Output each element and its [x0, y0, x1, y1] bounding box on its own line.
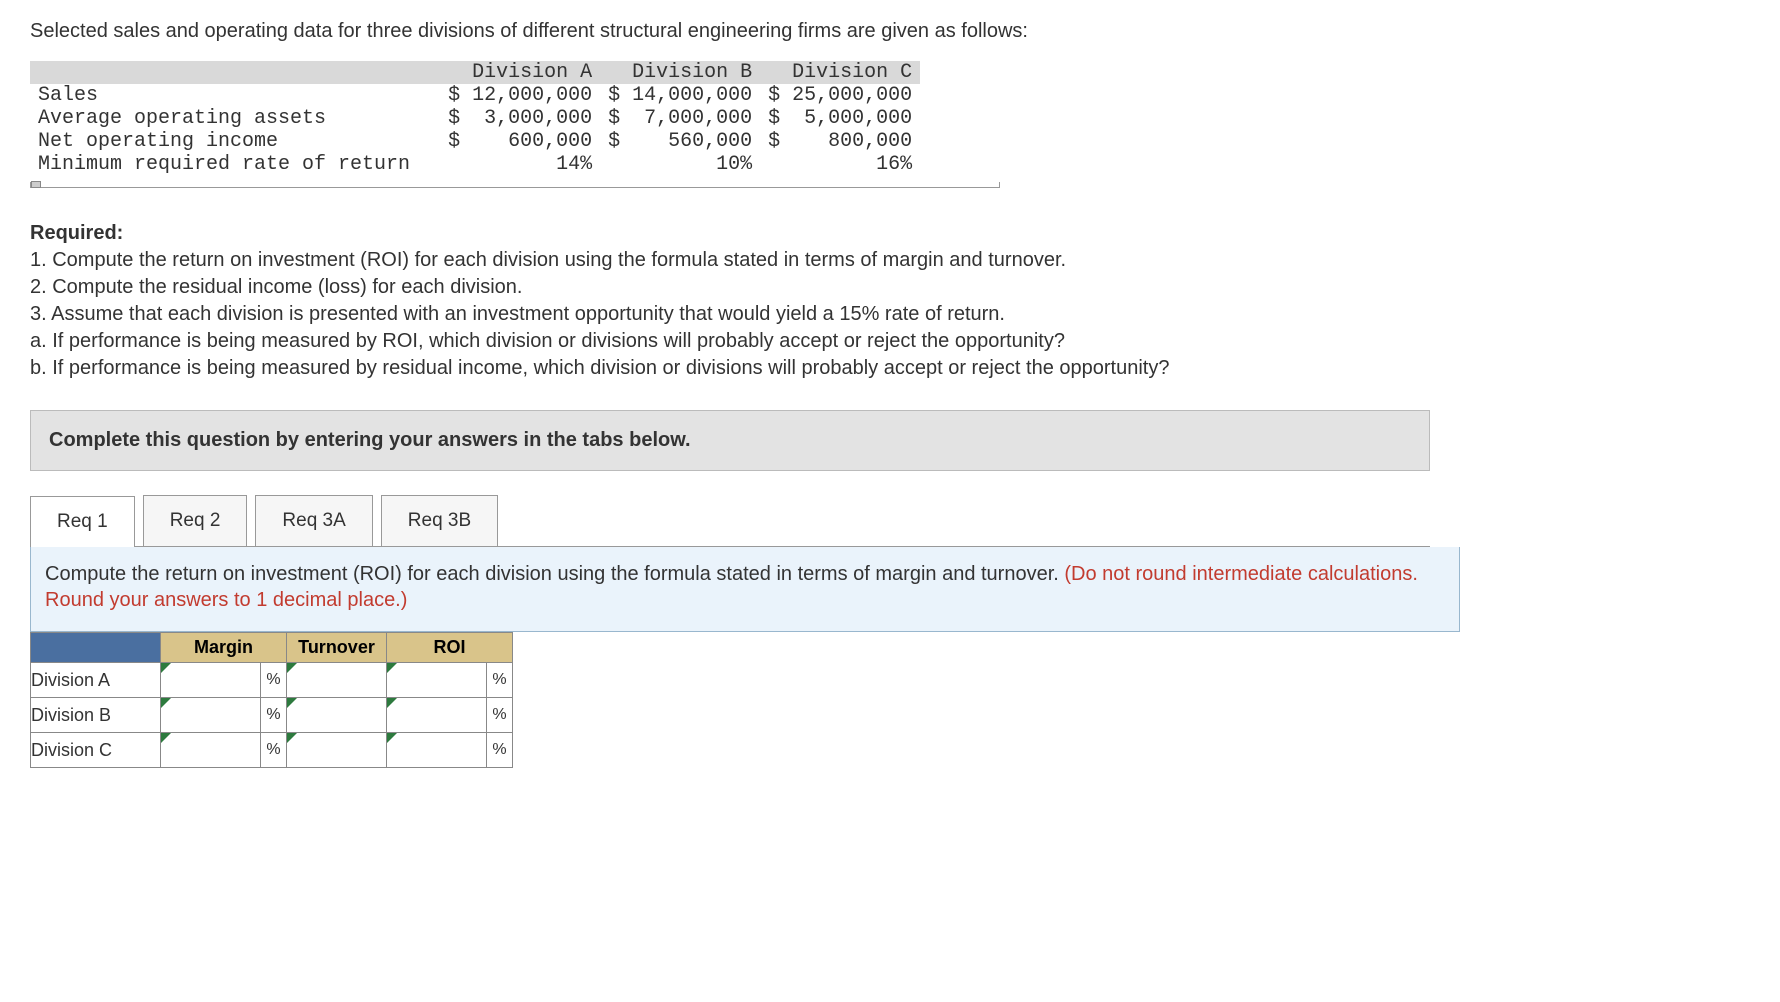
cell: $ 7,000,000 — [600, 107, 760, 130]
table-row: Sales $ 12,000,000 $ 14,000,000 $ 25,000… — [30, 84, 920, 107]
intro-text: Selected sales and operating data for th… — [30, 20, 1750, 43]
required-item: 2. Compute the residual income (loss) fo… — [30, 276, 522, 298]
required-section: Required: 1. Compute the return on inves… — [30, 220, 1750, 382]
data-table-header: Division A Division B Division C — [30, 61, 920, 84]
margin-input-c[interactable] — [161, 733, 261, 768]
cell: $ 3,000,000 — [440, 107, 600, 130]
cell: $ 560,000 — [600, 130, 760, 153]
turnover-input-c[interactable] — [287, 733, 387, 768]
cell: $ 800,000 — [760, 130, 920, 153]
required-item: 1. Compute the return on investment (ROI… — [30, 249, 1066, 271]
answer-header-roi: ROI — [387, 633, 513, 663]
tab-row: Req 1 Req 2 Req 3A Req 3B — [30, 495, 1430, 547]
answer-header-turnover: Turnover — [287, 633, 387, 663]
cell: $ 12,000,000 — [440, 84, 600, 107]
unit-pct: % — [261, 733, 287, 768]
row-label: Net operating income — [30, 130, 440, 153]
answer-row: Division C % % — [31, 733, 513, 768]
turnover-input-a[interactable] — [287, 663, 387, 698]
margin-input-a[interactable] — [161, 663, 261, 698]
header-div-a: Division A — [440, 61, 600, 84]
cell: 14% — [440, 153, 600, 176]
unit-pct: % — [261, 663, 287, 698]
tab-req-3b[interactable]: Req 3B — [381, 495, 498, 546]
roi-input-c[interactable] — [387, 733, 487, 768]
tab-content-text: Compute the return on investment (ROI) f… — [45, 563, 1064, 585]
answer-row: Division A % % — [31, 663, 513, 698]
required-item: a. If performance is being measured by R… — [30, 330, 1065, 352]
table-row: Net operating income $ 600,000 $ 560,000… — [30, 130, 920, 153]
cell: $ 5,000,000 — [760, 107, 920, 130]
cell: 10% — [600, 153, 760, 176]
required-item: 3. Assume that each division is presente… — [30, 303, 1005, 325]
instruction-bar: Complete this question by entering your … — [30, 410, 1430, 471]
margin-input-b[interactable] — [161, 698, 261, 733]
header-div-b: Division B — [600, 61, 760, 84]
unit-pct: % — [487, 698, 513, 733]
data-table: Division A Division B Division C Sales $… — [30, 61, 920, 176]
answer-header-blank — [31, 633, 161, 663]
cell: 16% — [760, 153, 920, 176]
roi-input-a[interactable] — [387, 663, 487, 698]
answer-table: Margin Turnover ROI Division A % % Divis… — [30, 632, 513, 768]
cell: $ 600,000 — [440, 130, 600, 153]
table-row: Average operating assets $ 3,000,000 $ 7… — [30, 107, 920, 130]
answer-header-margin: Margin — [161, 633, 287, 663]
answer-row: Division B % % — [31, 698, 513, 733]
cell: $ 14,000,000 — [600, 84, 760, 107]
roi-input-b[interactable] — [387, 698, 487, 733]
table-row: Minimum required rate of return 14% 10% … — [30, 153, 920, 176]
cell: $ 25,000,000 — [760, 84, 920, 107]
header-div-c: Division C — [760, 61, 920, 84]
unit-pct: % — [487, 733, 513, 768]
turnover-input-b[interactable] — [287, 698, 387, 733]
tab-req-3a[interactable]: Req 3A — [255, 495, 372, 546]
answer-row-label: Division C — [31, 733, 161, 768]
row-label: Average operating assets — [30, 107, 440, 130]
unit-pct: % — [487, 663, 513, 698]
required-heading: Required: — [30, 222, 123, 244]
answer-row-label: Division A — [31, 663, 161, 698]
tab-req-2[interactable]: Req 2 — [143, 495, 248, 546]
tab-content: Compute the return on investment (ROI) f… — [30, 547, 1460, 632]
answer-row-label: Division B — [31, 698, 161, 733]
horizontal-scrollbar[interactable] — [30, 182, 1000, 190]
row-label: Minimum required rate of return — [30, 153, 440, 176]
tab-req-1[interactable]: Req 1 — [30, 496, 135, 547]
unit-pct: % — [261, 698, 287, 733]
row-label: Sales — [30, 84, 440, 107]
header-blank — [30, 61, 440, 84]
required-item: b. If performance is being measured by r… — [30, 357, 1169, 379]
